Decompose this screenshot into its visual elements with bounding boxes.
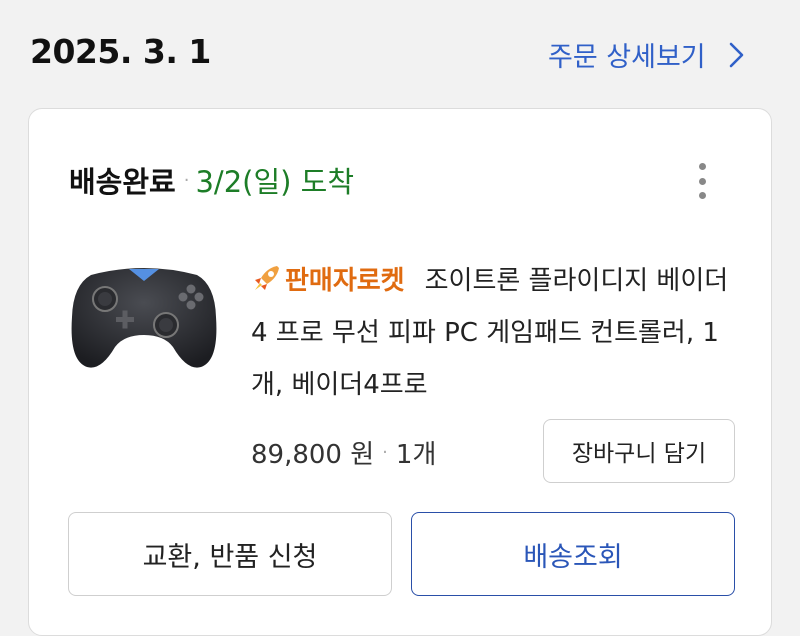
add-to-cart-button[interactable]: 장바구니 담기 bbox=[543, 419, 735, 483]
more-dot bbox=[698, 163, 706, 170]
price-row: 89,800 원 · 1개 bbox=[251, 434, 436, 471]
product-price: 89,800 원 bbox=[251, 440, 375, 470]
order-date: 2025. 3. 1 bbox=[30, 32, 211, 71]
product-quantity: 1개 bbox=[395, 440, 437, 470]
product-thumbnail[interactable] bbox=[69, 257, 219, 377]
seller-rocket-badge: 판매자로켓 bbox=[251, 266, 405, 296]
more-dot bbox=[698, 177, 706, 185]
delivery-status: 배송완료 bbox=[69, 165, 176, 199]
chevron-right-icon bbox=[729, 42, 743, 67]
order-header: 2025. 3. 1 주문 상세보기 bbox=[0, 0, 800, 110]
order-card: 배송완료 · 3/2(일) 도착 판매자로켓 조이트론 플라이디지 베이더4 프… bbox=[28, 108, 772, 636]
product-info[interactable]: 판매자로켓 조이트론 플라이디지 베이더4 프로 무선 피파 PC 게임패드 컨트… bbox=[251, 255, 739, 411]
seller-rocket-label: 판매자로켓 bbox=[285, 266, 405, 296]
more-dot bbox=[698, 192, 706, 199]
separator-dot: · bbox=[183, 169, 190, 191]
arrival-date: 3/2(일) 도착 bbox=[195, 165, 355, 199]
order-detail-label: 주문 상세보기 bbox=[548, 42, 706, 73]
separator-dot: · bbox=[382, 442, 388, 463]
delivery-status-row: 배송완료 · 3/2(일) 도착 bbox=[69, 159, 354, 201]
rocket-icon bbox=[255, 266, 279, 290]
track-delivery-button[interactable]: 배송조회 bbox=[411, 512, 735, 596]
exchange-return-button[interactable]: 교환, 반품 신청 bbox=[68, 512, 392, 596]
order-detail-link[interactable]: 주문 상세보기 bbox=[548, 35, 746, 74]
more-options-button[interactable] bbox=[689, 159, 715, 203]
